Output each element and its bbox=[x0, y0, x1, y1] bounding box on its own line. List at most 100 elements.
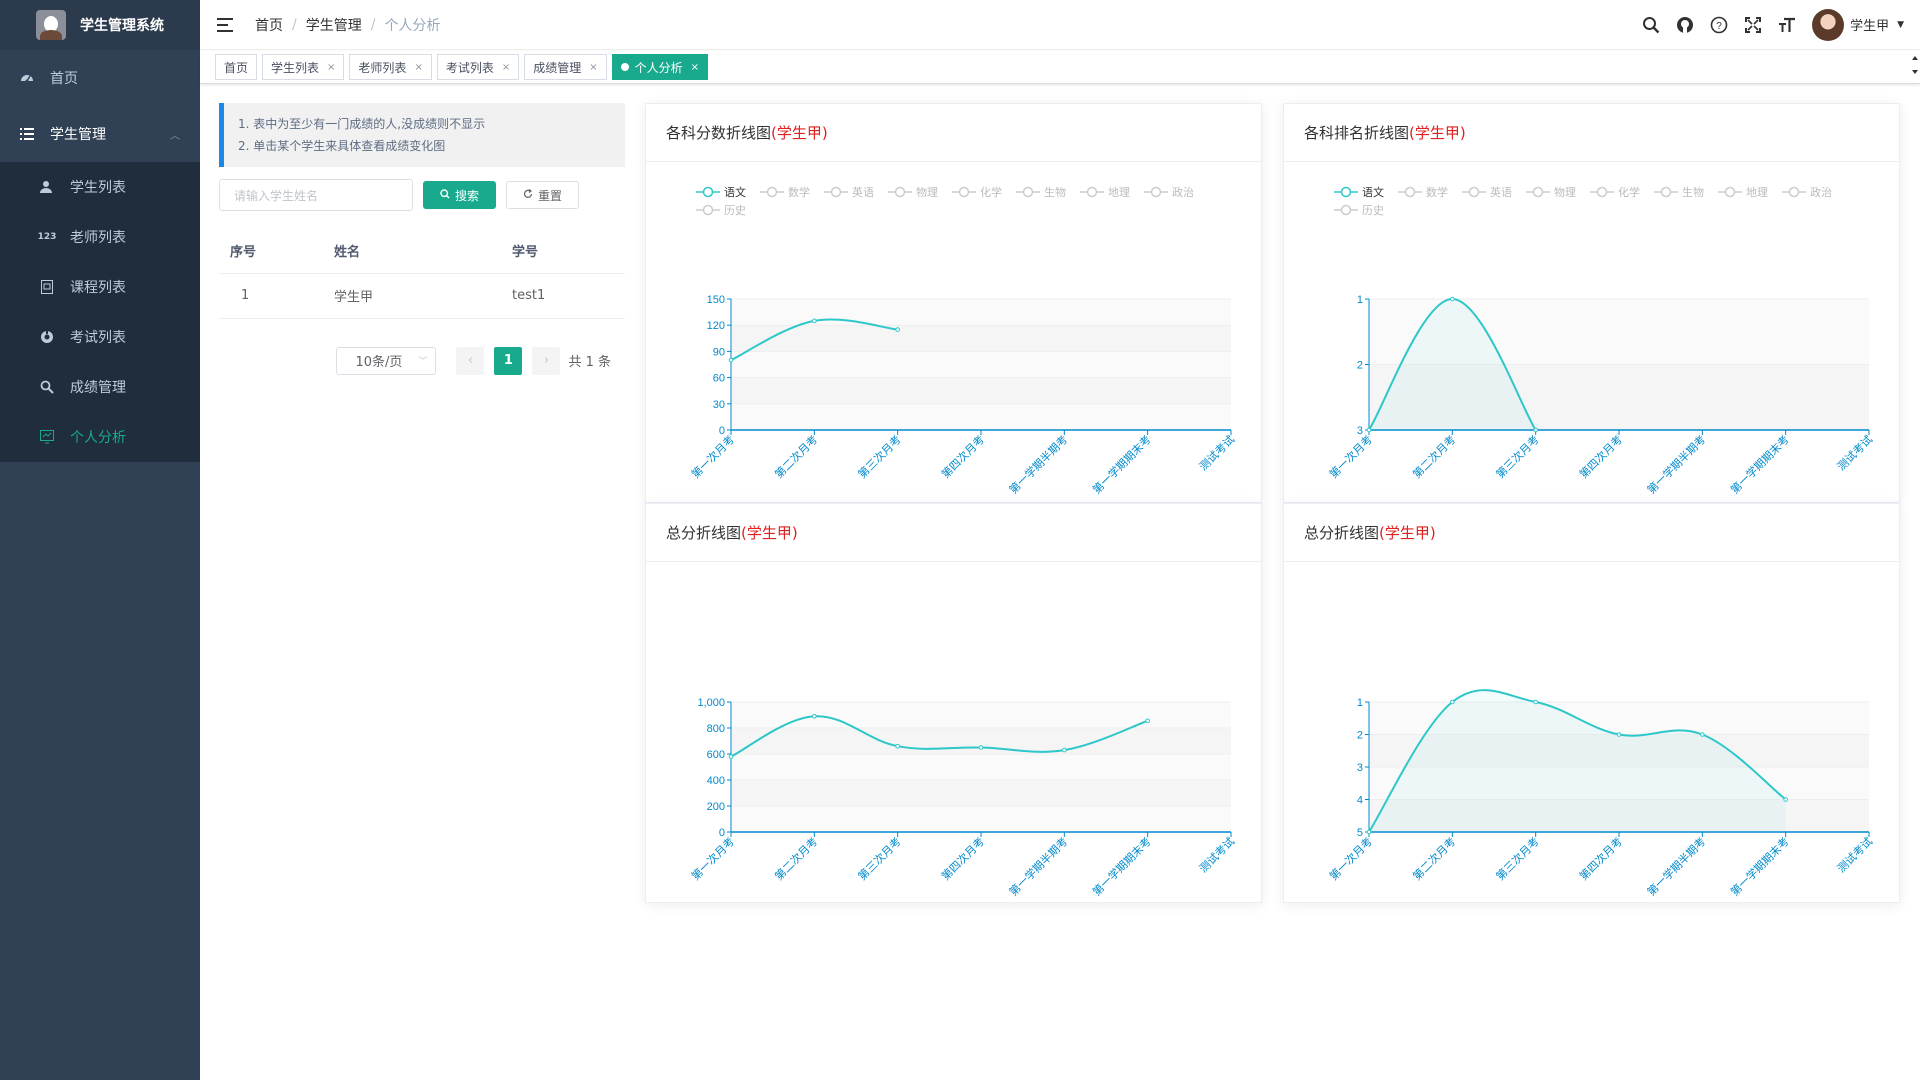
y-tick-label: 800 bbox=[707, 723, 725, 735]
tag-exam-list[interactable]: 考试列表 × bbox=[436, 54, 520, 80]
y-tick-label: 60 bbox=[713, 373, 725, 385]
reset-button[interactable]: 重置 bbox=[506, 181, 579, 209]
sidebar-item-teacher-list[interactable]: 123 老师列表 bbox=[0, 212, 200, 262]
breadcrumb-home[interactable]: 首页 bbox=[255, 15, 283, 35]
data-point bbox=[1062, 747, 1067, 753]
user-name[interactable]: 学生甲 bbox=[1850, 15, 1889, 34]
close-icon[interactable]: × bbox=[327, 62, 335, 73]
legend-item: 英语 bbox=[1462, 185, 1512, 199]
close-icon[interactable]: × bbox=[691, 62, 699, 73]
legend-item: 语文 bbox=[1334, 185, 1384, 199]
close-icon[interactable]: × bbox=[414, 62, 422, 73]
sidebar-item-student-list[interactable]: 学生列表 bbox=[0, 162, 200, 212]
legend-marker bbox=[1022, 186, 1034, 198]
legend-label: 物理 bbox=[1554, 185, 1576, 199]
analysis-icon bbox=[40, 430, 54, 444]
x-tick-label: 第一次月考 bbox=[1326, 432, 1375, 481]
x-tick-label: 第二次月考 bbox=[772, 834, 821, 883]
chevron-down-icon: ﹀ bbox=[418, 357, 428, 367]
page-number[interactable]: 1 bbox=[494, 346, 523, 375]
search-icon[interactable] bbox=[1634, 0, 1668, 50]
legend-label: 政治 bbox=[1172, 185, 1194, 199]
next-page-button[interactable]: › bbox=[532, 346, 561, 375]
y-tick-label: 400 bbox=[707, 775, 725, 787]
tag-student-list[interactable]: 学生列表 × bbox=[262, 54, 345, 80]
github-icon[interactable] bbox=[1668, 0, 1702, 50]
subject-rank-line-chart: 语文 数学 英语 物理 化学 生物 地理 政治历史 1 2 3第一次月考 第二次月考 第三次月考 第四次月… bbox=[1326, 185, 1875, 497]
hamburger-icon[interactable] bbox=[217, 17, 233, 32]
close-icon[interactable]: × bbox=[589, 62, 597, 73]
breadcrumb-section[interactable]: 学生管理 bbox=[306, 15, 362, 35]
breadcrumb-separator: / bbox=[370, 16, 376, 33]
x-tick-label: 第一次月考 bbox=[1326, 834, 1375, 883]
svg-text:?: ? bbox=[1716, 21, 1722, 32]
column-header: 姓名 bbox=[334, 229, 512, 274]
avatar[interactable] bbox=[1812, 8, 1845, 41]
x-tick-label: 第一学期期末考 bbox=[1089, 432, 1153, 496]
column-header: 序号 bbox=[219, 229, 334, 274]
table-row[interactable]: 1 学生甲 test1 bbox=[219, 273, 625, 319]
data-point bbox=[895, 743, 900, 749]
app-logo[interactable]: 学生管理系统 bbox=[0, 0, 200, 50]
sidebar-item-label: 首页 bbox=[50, 71, 78, 87]
prev-page-button[interactable]: ‹ bbox=[456, 346, 485, 375]
tag-personal-analysis[interactable]: 个人分析 × bbox=[611, 54, 709, 80]
y-tick-label: 120 bbox=[707, 320, 725, 332]
sidebar-item-personal-analysis[interactable]: 个人分析 bbox=[0, 412, 200, 462]
x-tick-label: 第一学期半期考 bbox=[1006, 834, 1070, 898]
tag-score-management[interactable]: 成绩管理 × bbox=[524, 54, 607, 80]
sidebar-item-exam-list[interactable]: 考试列表 bbox=[0, 312, 200, 362]
y-tick-label: 3 bbox=[1357, 425, 1363, 437]
logo-image bbox=[36, 10, 66, 40]
sidebar-item-label: 考试列表 bbox=[70, 330, 126, 346]
legend-label: 历史 bbox=[724, 204, 746, 217]
sidebar-item-score-management[interactable]: 成绩管理 bbox=[0, 362, 200, 412]
legend-label: 化学 bbox=[980, 185, 1002, 199]
sidebar-group-student-management[interactable]: 学生管理 ︿ bbox=[0, 106, 200, 162]
card-title: 总分折线图 bbox=[666, 524, 742, 542]
list-icon bbox=[20, 127, 34, 141]
question-icon[interactable]: ? bbox=[1702, 0, 1736, 50]
sidebar-item-label: 老师列表 bbox=[70, 230, 126, 246]
data-point bbox=[1450, 699, 1455, 705]
tag-teacher-list[interactable]: 老师列表 × bbox=[349, 54, 432, 80]
sidebar-group-label: 学生管理 bbox=[50, 127, 106, 143]
x-tick-label: 第四次月考 bbox=[1576, 432, 1625, 481]
legend-item: 生物 bbox=[1654, 185, 1704, 199]
breadcrumb-current: 个人分析 bbox=[384, 17, 441, 34]
data-point bbox=[1533, 427, 1538, 433]
fullscreen-icon[interactable] bbox=[1736, 0, 1770, 50]
tags-scrollbar[interactable] bbox=[1910, 51, 1920, 79]
table-header-row: 序号 姓名 学号 bbox=[219, 229, 625, 274]
tag-home[interactable]: 首页 bbox=[215, 54, 258, 80]
x-tick-label: 第二次月考 bbox=[1410, 432, 1459, 481]
dashboard-icon bbox=[20, 71, 34, 85]
search-button[interactable]: 搜索 bbox=[423, 181, 496, 209]
data-point bbox=[812, 714, 817, 719]
legend-marker bbox=[1340, 204, 1352, 216]
card-title-student: (学生甲) bbox=[771, 124, 828, 142]
x-tick-label: 第四次月考 bbox=[938, 834, 987, 883]
x-tick-label: 第三次月考 bbox=[855, 834, 904, 883]
x-tick-label: 第一学期期末考 bbox=[1727, 834, 1791, 898]
legend-item: 英语 bbox=[824, 185, 874, 199]
legend-label: 历史 bbox=[1362, 204, 1384, 217]
card-header: 总分折线图 (学生甲) bbox=[1284, 504, 1899, 562]
legend-marker bbox=[1532, 186, 1544, 198]
split-area bbox=[731, 702, 1231, 728]
font-size-icon[interactable] bbox=[1770, 0, 1804, 50]
sidebar-item-course-list[interactable]: 课程列表 bbox=[0, 262, 200, 312]
card-header: 总分折线图 (学生甲) bbox=[646, 504, 1261, 562]
student-name-input[interactable]: 请输入学生姓名 bbox=[219, 179, 413, 211]
sidebar: 学生管理系统 首页 学生管理 ︿ 学生列表 123 老师列表 课程列表 考试列表… bbox=[0, 0, 200, 1080]
sidebar-item-home[interactable]: 首页 bbox=[0, 50, 200, 106]
legend-marker bbox=[1150, 186, 1162, 198]
x-tick-label: 第三次月考 bbox=[1493, 432, 1542, 481]
legend-item: 数学 bbox=[760, 185, 810, 199]
breadcrumb: 首页 / 学生管理 / 个人分析 bbox=[255, 15, 440, 35]
x-tick-label: 第四次月考 bbox=[1576, 834, 1625, 883]
page-size-select[interactable]: 10条/页 ﹀ bbox=[336, 346, 437, 375]
caret-down-icon[interactable]: ▼ bbox=[1897, 20, 1904, 30]
close-icon[interactable]: × bbox=[502, 62, 510, 73]
exam-icon bbox=[40, 330, 54, 344]
